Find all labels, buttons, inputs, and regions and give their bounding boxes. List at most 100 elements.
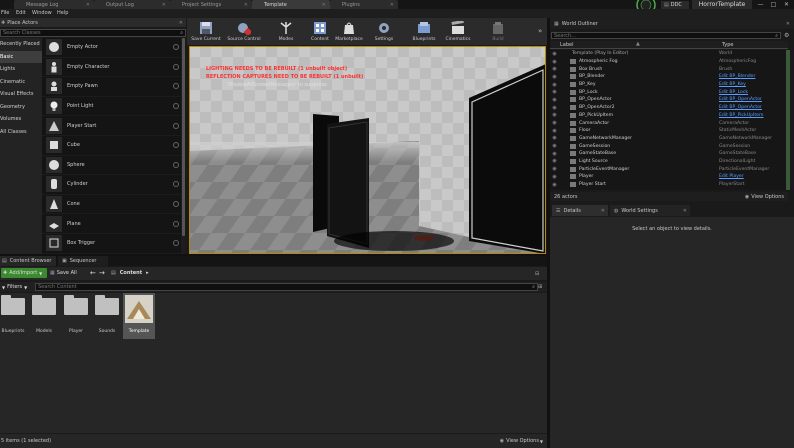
search-input[interactable] xyxy=(552,33,772,38)
save-all-button[interactable]: ▦ Save All xyxy=(50,268,84,278)
table-row[interactable]: ◉ BP_OpenActor2 Edit BP_OpenActor xyxy=(550,104,788,112)
row-type-link[interactable]: Edit BP_OpenActor xyxy=(719,105,762,110)
source-control-button[interactable]: Source Control xyxy=(225,19,263,45)
scrollbar[interactable] xyxy=(786,50,790,190)
build-button[interactable]: Build xyxy=(488,19,508,45)
table-row[interactable]: ◉ GameStateBase GameStateBase xyxy=(550,150,788,158)
table-row[interactable]: ◉ BP_Key Edit BP_Key xyxy=(550,81,788,89)
table-row[interactable]: ◉ Atmospheric Fog AtmosphericFog xyxy=(550,58,788,66)
filters-button[interactable]: ▼ Filters ▼ xyxy=(2,283,32,291)
forward-arrow-icon[interactable]: → xyxy=(99,268,105,278)
minimize-button[interactable]: — xyxy=(754,0,767,9)
table-row[interactable]: ◉ CameraActor CameraActor xyxy=(550,119,788,127)
row-type-link[interactable]: Edit BP_OpenActor xyxy=(719,97,762,102)
list-item[interactable]: Empty Pawn xyxy=(42,77,183,97)
add-import-button[interactable]: ✚ Add/Import ▼ xyxy=(1,268,47,278)
tab-world-settings[interactable]: ◍ World Settings ✕ xyxy=(610,205,690,216)
table-row[interactable]: ◉ ParticleEventManager ParticleEventManage… xyxy=(550,165,788,173)
eye-icon[interactable]: ◉ xyxy=(550,112,559,118)
folder-models[interactable]: Models xyxy=(29,295,59,336)
info-icon[interactable] xyxy=(173,240,179,247)
info-icon[interactable] xyxy=(173,201,179,208)
tab-output-log[interactable]: Output Log ✕ xyxy=(94,0,170,9)
back-arrow-icon[interactable]: ← xyxy=(90,268,96,278)
eye-icon[interactable]: ◉ xyxy=(550,82,559,88)
table-row[interactable]: ◉ BP_Blender Edit BP_Blender xyxy=(550,73,788,81)
breadcrumb[interactable]: ▤ Content ▸ xyxy=(111,268,149,278)
category-geometry[interactable]: Geometry xyxy=(0,101,42,114)
list-item[interactable]: Plane xyxy=(42,214,183,234)
close-icon[interactable]: ✕ xyxy=(683,208,687,214)
table-row[interactable]: ◉ Floor StaticMeshActor xyxy=(550,127,788,135)
modes-button[interactable]: Modes xyxy=(275,19,297,45)
list-item[interactable]: Box Trigger xyxy=(42,234,183,254)
eye-icon[interactable]: ◉ xyxy=(550,166,559,172)
row-type-link[interactable]: Edit BP_Lock xyxy=(719,90,748,95)
tab-message-log[interactable]: Message Log ✕ xyxy=(14,0,94,9)
table-row[interactable]: ◉ Light Source DirectionalLight xyxy=(550,158,788,166)
eye-icon[interactable]: ◉ xyxy=(550,97,559,103)
place-actors-search[interactable]: ⌕ xyxy=(0,29,186,37)
eye-icon[interactable]: ◉ xyxy=(550,182,559,188)
eye-icon[interactable]: ◉ xyxy=(550,135,559,141)
cinematics-button[interactable]: Cinematics xyxy=(443,19,473,45)
category-cinematic[interactable]: Cinematic xyxy=(0,76,42,89)
tab-sequencer[interactable]: ▣ Sequencer xyxy=(58,256,108,266)
folder-sounds[interactable]: Sounds xyxy=(92,295,122,336)
table-row[interactable]: ◉ BP_PickUpItem Edit BP_PickUpItem xyxy=(550,112,788,120)
tab-plugins[interactable]: Plugins ✕ xyxy=(330,0,398,9)
eye-icon[interactable]: ◉ xyxy=(550,158,559,164)
category-all-classes[interactable]: All Classes xyxy=(0,126,42,139)
marketplace-button[interactable]: Marketplace xyxy=(333,19,365,45)
list-item[interactable]: Player Start xyxy=(42,116,183,136)
info-icon[interactable] xyxy=(173,63,179,70)
close-icon[interactable]: ✕ xyxy=(244,2,248,8)
column-type[interactable]: Type xyxy=(722,42,733,48)
eye-icon[interactable]: ◉ xyxy=(550,105,559,111)
eye-icon[interactable]: ◉ xyxy=(550,66,559,72)
list-item[interactable]: Empty Actor xyxy=(42,38,183,58)
folder-player[interactable]: Player xyxy=(61,295,91,336)
eye-icon[interactable]: ◉ xyxy=(550,51,559,57)
close-icon[interactable]: ✕ xyxy=(179,20,183,26)
category-basic[interactable]: Basic xyxy=(0,50,42,63)
maximize-button[interactable]: □ xyxy=(767,0,780,9)
close-icon[interactable]: ✕ xyxy=(86,2,90,8)
category-visual-effects[interactable]: Visual Effects xyxy=(0,88,42,101)
table-row[interactable]: ◉ GameNetworkManager GameNetworkManager xyxy=(550,135,788,143)
sources-icon[interactable]: ⊞ xyxy=(538,283,542,291)
view-options-button[interactable]: View Options xyxy=(506,438,539,444)
menu-window[interactable]: Window xyxy=(32,10,52,16)
level-viewport[interactable]: LIGHTING NEEDS TO BE REBUILT (1 unbuilt … xyxy=(189,46,546,254)
close-icon[interactable]: ✕ xyxy=(322,2,326,8)
info-icon[interactable] xyxy=(173,83,179,90)
eye-icon[interactable]: ◉ xyxy=(550,89,559,95)
menu-edit[interactable]: Edit xyxy=(16,10,26,16)
tab-template[interactable]: Template ✕ xyxy=(252,0,330,9)
ddc-button[interactable]: ▤ DDC xyxy=(661,1,689,9)
close-icon[interactable]: ✕ xyxy=(390,2,394,8)
list-item[interactable]: Cube xyxy=(42,136,183,156)
close-icon[interactable]: ✕ xyxy=(786,21,790,27)
info-icon[interactable] xyxy=(173,103,179,110)
info-icon[interactable] xyxy=(173,161,179,168)
eye-icon[interactable]: ◉ xyxy=(550,74,559,80)
scrollbar-thumb[interactable] xyxy=(181,38,185,236)
search-input[interactable] xyxy=(36,284,516,290)
menu-file[interactable]: File xyxy=(1,10,9,16)
tab-details[interactable]: ☰ Details ✕ xyxy=(552,205,608,216)
eye-icon[interactable]: ◉ xyxy=(550,174,559,180)
menu-help[interactable]: Help xyxy=(57,10,68,16)
horizontal-splitter[interactable] xyxy=(0,254,547,256)
info-icon[interactable] xyxy=(173,122,179,129)
list-item[interactable]: Point Light xyxy=(42,97,183,117)
table-row[interactable]: ◉ Player Edit Player xyxy=(550,173,788,181)
row-type-link[interactable]: Edit Player xyxy=(719,174,744,179)
view-options-button[interactable]: View Options xyxy=(751,194,784,200)
table-row[interactable]: ◉ Box Brush Brush xyxy=(550,65,788,73)
search-input[interactable] xyxy=(1,30,171,36)
list-item[interactable]: Cone xyxy=(42,195,183,215)
category-volumes[interactable]: Volumes xyxy=(0,113,42,126)
table-row[interactable]: ◉ Player Start PlayerStart xyxy=(550,181,788,189)
lock-icon[interactable]: ⊟ xyxy=(535,269,539,279)
